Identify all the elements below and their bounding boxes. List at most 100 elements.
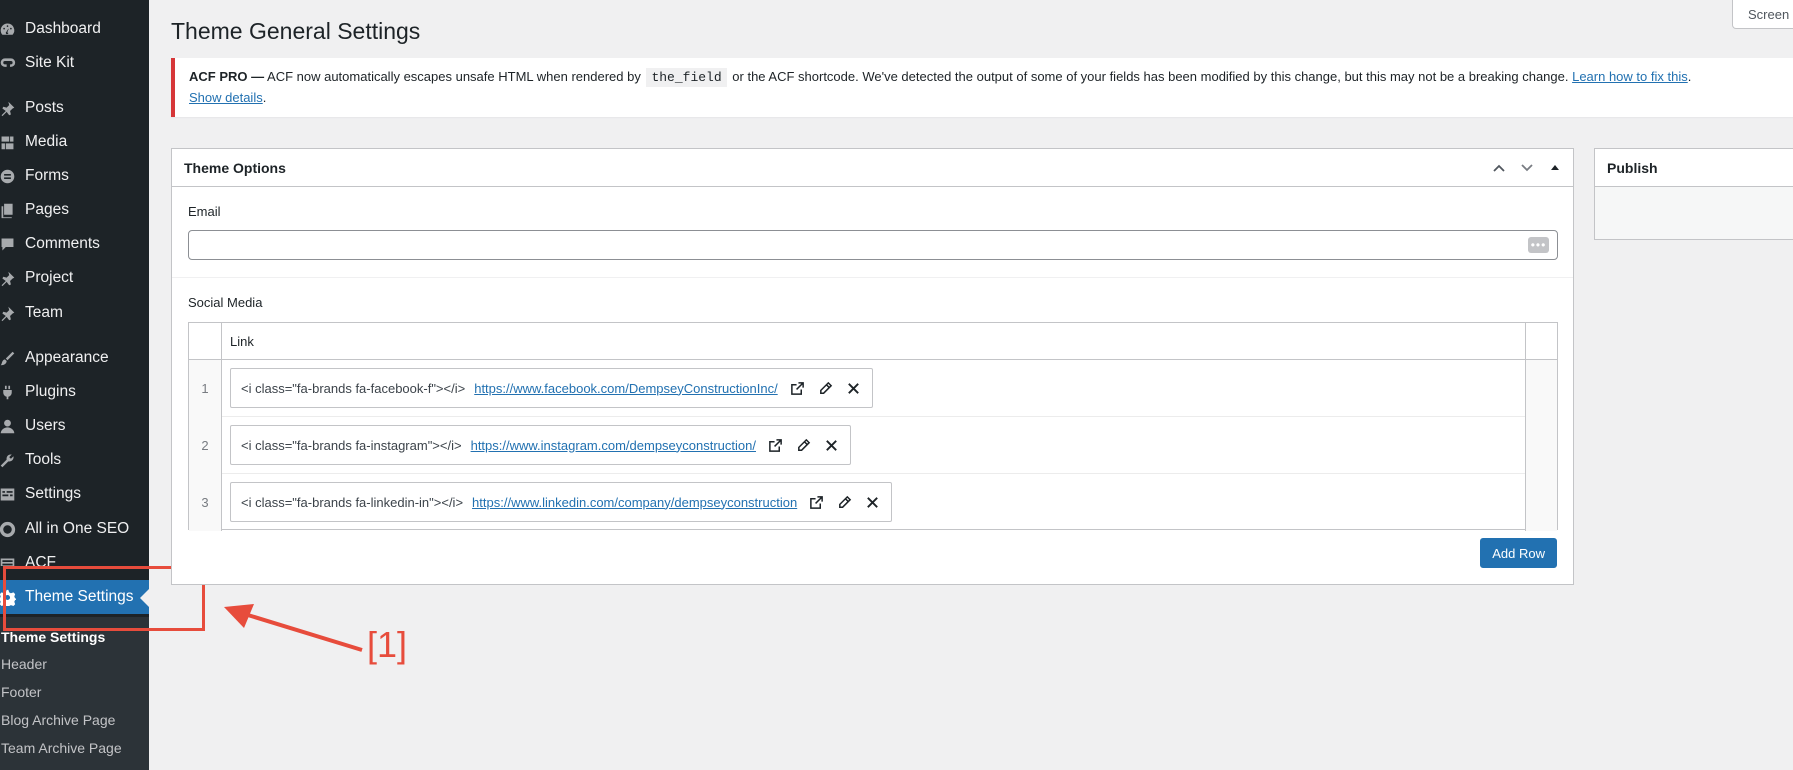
menu-label: Team [25, 304, 63, 321]
menu-label: Users [25, 417, 66, 434]
publish-box: Publish [1594, 148, 1793, 240]
link-column-header: Link [230, 334, 254, 349]
external-link-icon[interactable] [767, 437, 784, 454]
notice-code: the_field [646, 68, 727, 87]
menu-users[interactable]: Users [0, 409, 149, 443]
remove-link-icon[interactable] [864, 494, 881, 511]
menu-label: Site Kit [25, 54, 75, 71]
notice-strong: ACF PRO — [189, 69, 265, 84]
row-handle[interactable]: 2 [189, 417, 222, 474]
menu-label: All in One SEO [25, 520, 130, 537]
order-column-header [189, 323, 222, 360]
pin-icon [0, 303, 18, 323]
brush-icon [0, 348, 18, 368]
edit-pencil-icon[interactable] [817, 380, 834, 397]
submenu-theme-settings[interactable]: Theme Settings [1, 629, 105, 645]
publish-header[interactable]: Publish [1595, 149, 1793, 187]
link-field: <i class="fa-brands fa-linkedin-in"></i>… [230, 482, 893, 522]
field-divider [172, 277, 1573, 278]
users-icon [0, 416, 18, 436]
settings-icon [0, 484, 18, 504]
screen-options-button[interactable]: Screen [1732, 0, 1793, 29]
move-up-icon[interactable] [1491, 158, 1507, 178]
menu-label: Dashboard [25, 20, 101, 37]
submenu-footer[interactable]: Footer [1, 684, 41, 700]
pages-icon [0, 200, 18, 220]
notice-period: . [1687, 69, 1692, 84]
email-field[interactable]: ••• [188, 230, 1558, 260]
menu-label: Forms [25, 167, 69, 184]
annotation-label: [1] [367, 624, 408, 665]
acf-icon [0, 554, 18, 566]
link-url[interactable]: https://www.facebook.com/DempseyConstruc… [474, 381, 777, 396]
social-media-label: Social Media [188, 295, 263, 310]
row-actions[interactable] [1525, 474, 1557, 531]
seo-icon [0, 519, 18, 539]
comments-icon [0, 234, 18, 254]
wrench-icon [0, 450, 18, 470]
show-details-link[interactable]: Show details [189, 90, 263, 105]
submenu-blog-archive-page[interactable]: Blog Archive Page [1, 712, 115, 728]
postbox-header: Theme Options [172, 149, 1573, 187]
page-title: Theme General Settings [171, 18, 421, 44]
notice-text: ACF now automatically escapes unsafe HTM… [264, 69, 645, 84]
submenu-team-archive-page[interactable]: Team Archive Page [1, 740, 122, 756]
annotation-arrow-icon [224, 604, 363, 652]
menu-acf[interactable]: ACF [0, 546, 149, 566]
menu-forms[interactable]: Forms [0, 159, 149, 193]
row-handle[interactable]: 1 [189, 360, 222, 417]
menu-tools[interactable]: Tools [0, 443, 149, 477]
menu-plugins[interactable]: Plugins [0, 375, 149, 409]
menu-appearance[interactable]: Appearance [0, 341, 149, 375]
row-handle[interactable]: 3 [189, 474, 222, 531]
menu-media[interactable]: Media [0, 125, 149, 159]
move-down-icon[interactable] [1519, 158, 1535, 178]
toggle-panel-icon[interactable] [1547, 158, 1563, 178]
link-field: <i class="fa-brands fa-facebook-f"></i> … [230, 368, 873, 408]
submenu-header[interactable]: Header [1, 656, 47, 672]
menu-label: Tools [25, 451, 62, 468]
pin-icon [0, 268, 18, 288]
menu-pages[interactable]: Pages [0, 193, 149, 227]
menu-settings[interactable]: Settings [0, 477, 149, 511]
social-media-repeater: Link 1 <i class="fa-brands fa-facebook-f… [188, 322, 1558, 531]
external-link-icon[interactable] [789, 380, 806, 397]
theme-options-box: Theme Options Email ••• Social Media Lin… [171, 148, 1574, 585]
menu-posts[interactable]: Posts [0, 91, 149, 125]
row-actions[interactable] [1525, 417, 1557, 474]
remove-link-icon[interactable] [823, 437, 840, 454]
link-title: <i class="fa-brands fa-instagram"></i> [241, 437, 462, 453]
menu-team[interactable]: Team [0, 296, 149, 330]
add-row-button[interactable]: Add Row [1480, 538, 1557, 568]
learn-how-to-fix-link[interactable]: Learn how to fix this [1572, 69, 1688, 84]
menu-label: Media [25, 133, 68, 150]
link-url[interactable]: https://www.instagram.com/dempseyconstru… [471, 438, 756, 453]
forms-icon [0, 166, 18, 186]
menu-label: Appearance [25, 349, 109, 366]
edit-pencil-icon[interactable] [836, 494, 853, 511]
pin-icon [0, 98, 18, 118]
link-field: <i class="fa-brands fa-instagram"></i> h… [230, 425, 851, 465]
menu-project[interactable]: Project [0, 261, 149, 295]
menu-label: Plugins [25, 383, 76, 400]
row-actions[interactable] [1525, 360, 1557, 417]
dashboard-icon [0, 19, 18, 39]
table-row: 2 <i class="fa-brands fa-instagram"></i>… [189, 417, 1557, 474]
menu-all-in-one-seo[interactable]: All in One SEO [0, 512, 149, 546]
menu-comments[interactable]: Comments [0, 227, 149, 261]
publish-title: Publish [1607, 160, 1658, 176]
menu-dashboard[interactable]: Dashboard [0, 12, 149, 46]
link-title: <i class="fa-brands fa-facebook-f"></i> [241, 380, 466, 396]
menu-label: Settings [25, 485, 82, 502]
edit-pencil-icon[interactable] [795, 437, 812, 454]
menu-label: Pages [25, 201, 69, 218]
email-label: Email [188, 204, 221, 219]
remove-link-icon[interactable] [845, 380, 862, 397]
menu-site-kit[interactable]: Site Kit [0, 46, 149, 80]
publish-body [1595, 187, 1793, 239]
postbox-title: Theme Options [184, 159, 286, 176]
external-link-icon[interactable] [808, 494, 825, 511]
link-url[interactable]: https://www.linkedin.com/company/dempsey… [472, 495, 797, 510]
menu-label: Comments [25, 235, 100, 252]
password-manager-icon[interactable]: ••• [1528, 237, 1549, 253]
